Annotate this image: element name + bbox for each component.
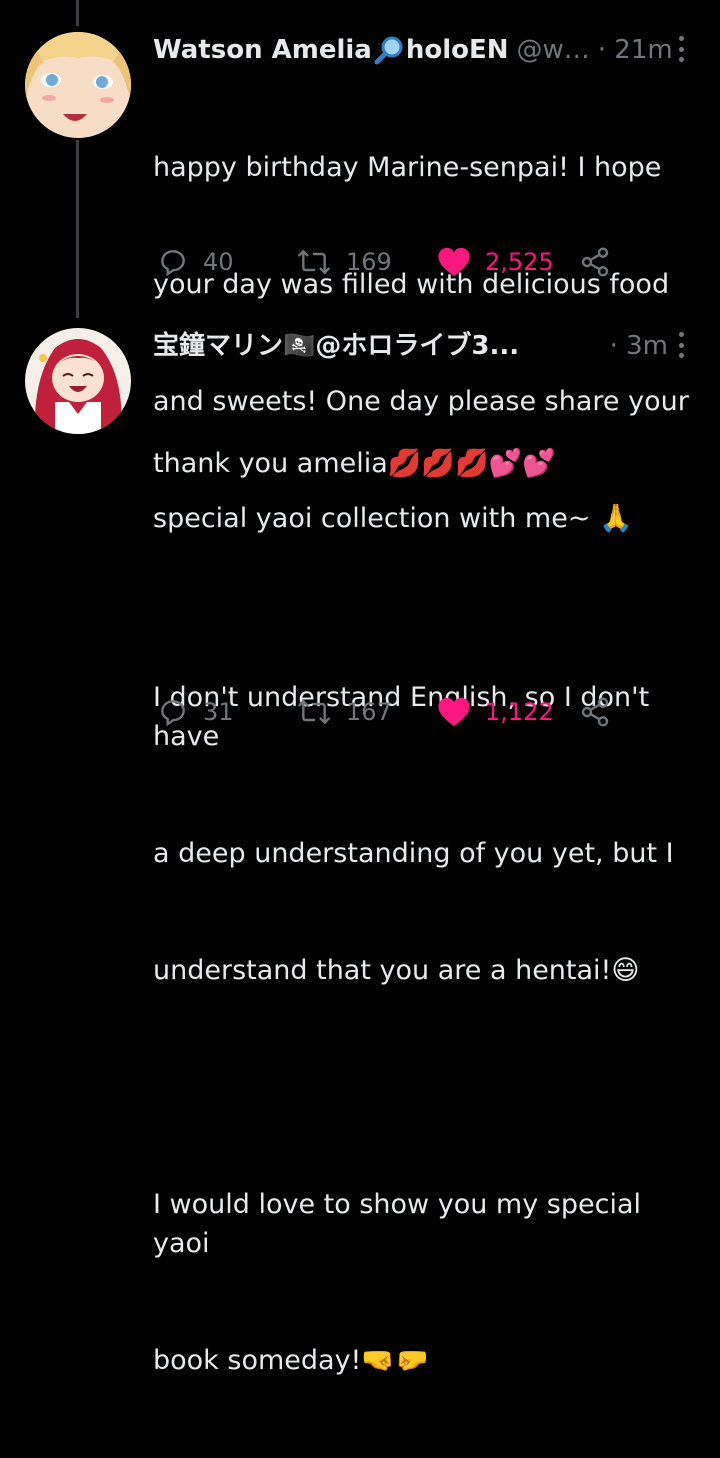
- heart-icon: [438, 247, 470, 277]
- tweet-text-line: happy birthday Marine-senpai! I hope: [153, 152, 662, 183]
- tweet-text-line: thank you amelia💋💋💋💕💕: [153, 448, 556, 479]
- thread-connector-top: [76, 0, 79, 26]
- tweet-text-line: I would love to show you my special yaoi: [153, 1189, 650, 1259]
- avatar[interactable]: [25, 32, 131, 138]
- share-icon: [581, 247, 609, 277]
- avatar[interactable]: [25, 328, 131, 434]
- tweet-text-blank: [153, 561, 698, 600]
- tweet-marine[interactable]: 宝鐘マリン🏴‍☠️@ホロライブ3... · 3m thank you ameli…: [0, 322, 720, 1376]
- tweet-text-line: book someday!🤜🤛: [153, 1345, 429, 1376]
- heart-icon: [438, 697, 470, 727]
- retweet-count: 169: [346, 248, 392, 276]
- more-icon[interactable]: [678, 332, 684, 358]
- reply-count: 31: [203, 698, 234, 726]
- tweet-amelia[interactable]: Watson Amelia holoEN @w… · 21m happy bir…: [0, 26, 720, 534]
- tweet-time[interactable]: · 3m: [610, 326, 668, 366]
- like-button[interactable]: 2,525: [437, 242, 554, 282]
- like-count: 1,122: [485, 698, 554, 726]
- share-icon: [581, 697, 609, 727]
- tweet-header: Watson Amelia holoEN @w… · 21m: [153, 30, 698, 70]
- tweet-text: thank you amelia💋💋💋💕💕 I don't understand…: [153, 366, 698, 1458]
- retweet-icon: [298, 700, 330, 724]
- tweet-text-line: understand that you are a hentai!😄: [153, 955, 640, 986]
- reply-count: 40: [203, 248, 234, 276]
- tweet-actions: 40 169 2,525: [153, 242, 633, 282]
- reply-icon: [161, 250, 185, 277]
- like-button[interactable]: 1,122: [437, 692, 554, 732]
- author-name[interactable]: 宝鐘マリン🏴‍☠️@ホロライブ3...: [153, 326, 519, 366]
- more-icon[interactable]: [678, 36, 684, 62]
- share-button[interactable]: [579, 692, 611, 732]
- tweet-actions: 31 167 1,122: [153, 692, 633, 732]
- reply-button[interactable]: 31: [157, 692, 234, 732]
- reply-icon: [161, 700, 185, 727]
- tweet-header: 宝鐘マリン🏴‍☠️@ホロライブ3... · 3m: [153, 326, 698, 366]
- like-count: 2,525: [485, 248, 554, 276]
- tweet-text-line: a deep understanding of you yet, but I: [153, 838, 674, 869]
- retweet-count: 167: [346, 698, 392, 726]
- magnifying-glass-icon: [374, 35, 404, 65]
- retweet-button[interactable]: 169: [296, 242, 392, 282]
- retweet-button[interactable]: 167: [296, 692, 392, 732]
- tweet-text-blank: [153, 1068, 698, 1107]
- reply-button[interactable]: 40: [157, 242, 234, 282]
- author-name[interactable]: Watson Amelia: [153, 30, 372, 70]
- share-button[interactable]: [579, 242, 611, 282]
- tweet-time[interactable]: · 21m: [598, 30, 673, 70]
- retweet-icon: [298, 250, 330, 274]
- author-handle[interactable]: @w…: [517, 30, 590, 70]
- author-name-suffix[interactable]: holoEN: [406, 30, 509, 70]
